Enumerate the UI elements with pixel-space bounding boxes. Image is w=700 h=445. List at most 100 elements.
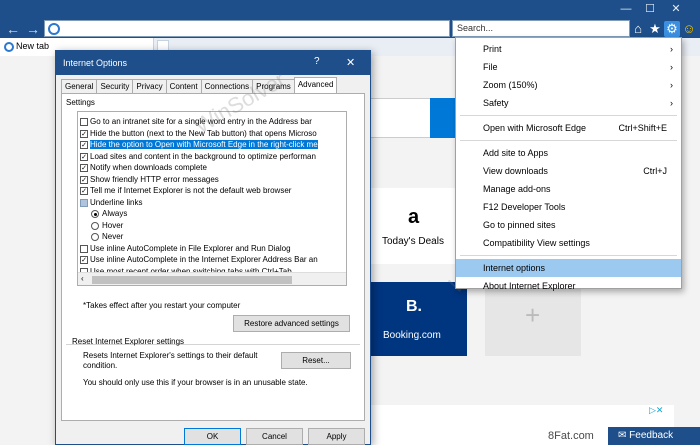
tab-advanced[interactable]: Advanced <box>293 77 338 93</box>
dialog-close-button[interactable]: ✕ <box>346 56 355 69</box>
close-window-button[interactable]: ✕ <box>664 2 688 16</box>
booking-tile-label: Booking.com <box>383 330 441 341</box>
dialog-titlebar: Internet Options <box>56 51 370 75</box>
menu-item-label: View downloads <box>483 166 548 176</box>
menu-item-go-to-pinned-sites[interactable]: Go to pinned sites <box>456 216 681 234</box>
minimize-button[interactable]: — <box>614 2 638 16</box>
feedback-button[interactable]: ✉ Feedback <box>608 427 700 445</box>
menu-item-label: Compatibility View settings <box>483 238 590 248</box>
tab-privacy[interactable]: Privacy <box>132 79 167 93</box>
page-search-box[interactable] <box>370 98 432 138</box>
tools-menu: Print › File › Zoom (150%) › Safety › Open with … <box>455 37 682 291</box>
menu-item-label: About Internet Explorer <box>483 281 576 291</box>
booking-logo-icon: B. <box>406 298 422 315</box>
dialog-title: Internet Options <box>63 58 128 68</box>
setting-label: Notify when downloads complete <box>90 163 207 172</box>
menu-item-file[interactable]: File › <box>456 58 681 76</box>
feedback-icon: ✉ <box>618 430 630 441</box>
menu-item-label: Print <box>483 44 502 54</box>
settings-label: Settings <box>66 98 95 107</box>
menu-separator <box>460 255 677 256</box>
setting-checkbox[interactable]: ✓ Tell me if Internet Explorer is not the… <box>78 185 346 197</box>
scroll-left-icon[interactable]: ‹ <box>81 274 84 283</box>
checkbox[interactable]: ✓ <box>80 129 88 138</box>
menu-item-compatibility-view-settings[interactable]: Compatibility View settings <box>456 234 681 252</box>
setting-radio[interactable]: Never <box>78 231 346 243</box>
menu-item-label: Safety <box>483 98 509 108</box>
hscroll-thumb[interactable] <box>92 276 292 284</box>
setting-group[interactable]: Underline links <box>78 197 346 209</box>
checkbox[interactable]: ✓ <box>80 256 88 264</box>
restore-advanced-button[interactable]: Restore advanced settings <box>233 315 350 332</box>
checkbox[interactable]: ✓ <box>80 175 88 184</box>
menu-item-open-with-microsoft-edge[interactable]: Open with Microsoft Edge Ctrl+Shift+E <box>456 119 681 137</box>
submenu-arrow-icon: › <box>670 80 673 90</box>
checkbox[interactable]: ✓ <box>80 187 88 195</box>
home-icon[interactable]: ⌂ <box>630 21 646 37</box>
reset-description: Resets Internet Explorer's settings to t… <box>83 351 258 370</box>
maximize-button[interactable]: ☐ <box>638 2 662 16</box>
menu-item-zoom-150[interactable]: Zoom (150%) › <box>456 76 681 94</box>
ie-logo-icon <box>48 23 60 35</box>
menu-item-label: Zoom (150%) <box>483 80 538 90</box>
setting-checkbox[interactable]: ✓ Use inline AutoComplete in the Internet… <box>78 254 346 266</box>
setting-checkbox[interactable]: Use inline AutoComplete in File Explorer… <box>78 243 346 255</box>
amazon-tile[interactable]: a Today's Deals <box>370 188 467 264</box>
settings-list[interactable]: Go to an intranet site for a single word… <box>77 111 347 286</box>
menu-item-safety[interactable]: Safety › <box>456 94 681 112</box>
setting-checkbox[interactable]: ✓ Notify when downloads complete <box>78 162 346 174</box>
setting-checkbox[interactable]: ✓ Load sites and content in the backgroun… <box>78 151 346 163</box>
setting-radio[interactable]: Hover <box>78 220 346 232</box>
radio-button[interactable] <box>91 210 99 218</box>
menu-item-print[interactable]: Print › <box>456 40 681 58</box>
feedback-label: Feedback <box>629 430 674 441</box>
setting-label: Load sites and content in the background… <box>90 151 316 161</box>
back-button[interactable]: ← <box>4 20 22 38</box>
radio-button[interactable] <box>91 233 99 241</box>
group-icon <box>80 198 88 207</box>
dialog-tab-strip: General Security Privacy Content Connections… <box>61 77 338 93</box>
site-watermark: 8Fat.com <box>548 430 594 442</box>
checkbox[interactable] <box>80 244 88 253</box>
checkbox[interactable]: ✓ <box>80 141 88 149</box>
menu-item-manage-add-ons[interactable]: Manage add-ons <box>456 180 681 198</box>
menu-item-internet-options[interactable]: Internet options <box>456 259 681 277</box>
menu-item-view-downloads[interactable]: View downloads Ctrl+J <box>456 162 681 180</box>
smiley-icon[interactable]: ☺ <box>681 21 697 37</box>
ad-close-icon[interactable]: ▷✕ <box>649 405 663 416</box>
address-bar[interactable] <box>44 20 450 37</box>
setting-checkbox[interactable]: ✓ Hide the option to Open with Microsoft … <box>78 139 346 151</box>
forward-button[interactable]: → <box>24 20 42 38</box>
radio-button[interactable] <box>91 221 99 230</box>
menu-item-add-site-to-apps[interactable]: Add site to Apps <box>456 144 681 162</box>
reset-button[interactable]: Reset... <box>281 352 351 369</box>
cancel-button[interactable]: Cancel <box>246 428 303 445</box>
menu-item-shortcut: Ctrl+J <box>643 166 667 176</box>
menu-item-shortcut: Ctrl+Shift+E <box>618 123 667 133</box>
horizontal-scrollbar[interactable]: ‹ › <box>78 272 346 285</box>
gear-icon[interactable]: ⚙ <box>664 21 680 37</box>
menu-separator <box>460 115 677 116</box>
menu-item-label: Open with Microsoft Edge <box>483 123 587 133</box>
menu-item-label: Internet options <box>483 263 546 273</box>
submenu-arrow-icon: › <box>670 98 673 108</box>
menu-item-about-internet-explorer[interactable]: About Internet Explorer <box>456 277 681 295</box>
tab-general[interactable]: General <box>61 79 98 93</box>
ok-button[interactable]: OK <box>184 428 241 445</box>
apply-button[interactable]: Apply <box>308 428 365 445</box>
setting-radio[interactable]: Always <box>78 208 346 220</box>
tab-content[interactable]: Content <box>165 79 202 93</box>
submenu-arrow-icon: › <box>670 44 673 54</box>
checkbox[interactable]: ✓ <box>80 152 88 161</box>
search-input[interactable]: Search... <box>452 20 630 37</box>
setting-label: Hover <box>102 220 124 230</box>
settings-items: Go to an intranet site for a single word… <box>78 116 346 285</box>
checkbox[interactable]: ✓ <box>80 164 88 172</box>
booking-tile[interactable]: B. Booking.com <box>370 282 467 356</box>
star-icon[interactable]: ★ <box>647 21 663 37</box>
menu-item-f12-developer-tools[interactable]: F12 Developer Tools <box>456 198 681 216</box>
checkbox[interactable] <box>80 118 88 126</box>
tab-security[interactable]: Security <box>96 79 134 93</box>
setting-checkbox[interactable]: ✓ Show friendly HTTP error messages <box>78 174 346 186</box>
help-icon[interactable]: ? <box>314 56 320 67</box>
